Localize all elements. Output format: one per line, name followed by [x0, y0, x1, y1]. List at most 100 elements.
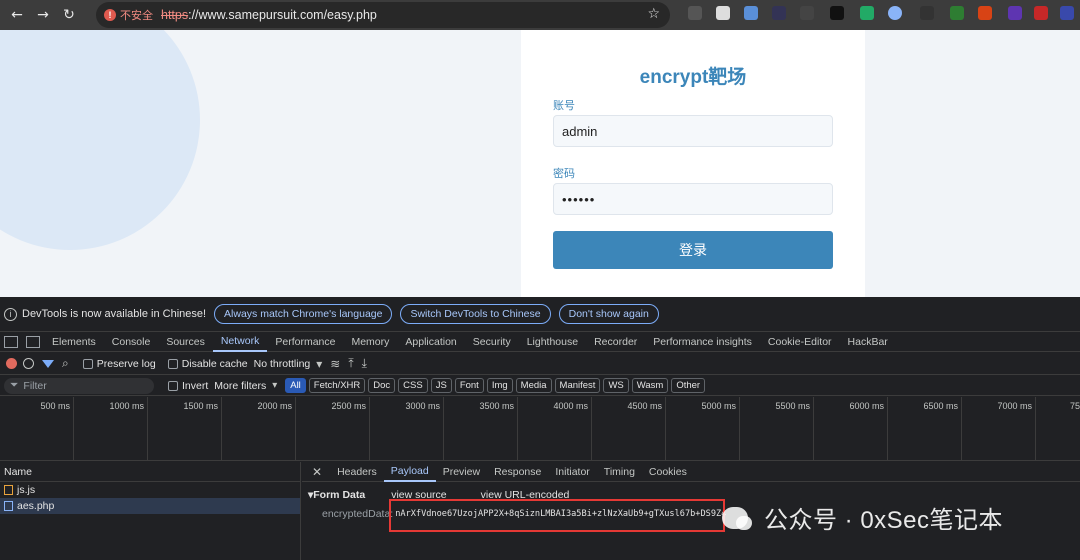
tab-sources[interactable]: Sources [158, 332, 213, 352]
username-field[interactable]: admin [553, 115, 833, 147]
info-icon: i [4, 307, 17, 321]
form-data-toggle[interactable]: ▾Form Data [308, 489, 365, 501]
extension-icon[interactable] [716, 6, 730, 20]
filter-input[interactable]: ⏷ Filter [4, 377, 154, 394]
extension-icon[interactable] [800, 6, 814, 20]
filter-chip-img[interactable]: Img [486, 378, 513, 393]
invert-label: Invert [182, 379, 209, 392]
filter-chip-media[interactable]: Media [515, 378, 552, 393]
dont-show-again-button[interactable]: Don't show again [558, 304, 659, 324]
import-har-icon[interactable]: ⤒ [348, 356, 353, 371]
highlight-box [389, 499, 725, 532]
tab-memory[interactable]: Memory [343, 332, 397, 352]
tab-preview[interactable]: Preview [436, 462, 487, 482]
password-field[interactable]: •••••• [553, 183, 833, 215]
tab-application[interactable]: Application [397, 332, 464, 352]
network-conditions-icon[interactable]: ≋ [330, 357, 340, 371]
bookmark-star-icon[interactable]: ☆ [647, 6, 660, 22]
network-timeline[interactable]: 500 ms 1000 ms 1500 ms 2000 ms 2500 ms 3… [0, 397, 1080, 461]
forward-icon[interactable]: → [30, 4, 56, 26]
browser-toolbar: ← → ↻ ! 不安全 https://www.samepursuit.com/… [0, 0, 1080, 30]
tab-cookie-editor[interactable]: Cookie-Editor [760, 332, 840, 352]
inspect-element-icon[interactable] [4, 335, 18, 348]
back-icon[interactable]: ← [4, 4, 30, 26]
invert-checkbox[interactable] [168, 380, 178, 391]
timeline-tick-label: 500 ms [40, 401, 70, 411]
tab-timing[interactable]: Timing [597, 462, 642, 482]
extension-icon[interactable] [1060, 6, 1074, 20]
timeline-tick: 5000 ms [666, 397, 740, 460]
reload-icon[interactable]: ↻ [56, 4, 82, 26]
filter-chip-js[interactable]: JS [430, 378, 452, 393]
filter-chip-ws[interactable]: WS [603, 378, 629, 393]
chevron-down-icon[interactable]: ▾ [272, 380, 277, 391]
filter-icon[interactable] [42, 359, 54, 368]
chevron-down-icon[interactable]: ▾ [316, 357, 322, 371]
extension-icon[interactable] [772, 6, 786, 20]
filter-chip-font[interactable]: Font [454, 378, 484, 393]
close-icon[interactable]: ✕ [312, 465, 322, 479]
extension-icon[interactable] [1008, 6, 1022, 20]
preserve-log-checkbox[interactable] [82, 358, 93, 369]
extension-icon[interactable] [1034, 6, 1048, 20]
more-filters-dropdown[interactable]: More filters [214, 380, 266, 392]
tab-hackbar[interactable]: HackBar [840, 332, 896, 352]
search-icon[interactable]: ⌕ [62, 356, 69, 371]
timeline-tick-label: 4500 ms [627, 401, 662, 411]
extension-icon[interactable] [830, 6, 844, 20]
preserve-log-label: Preserve log [96, 357, 156, 370]
device-toolbar-icon[interactable] [26, 335, 40, 348]
tab-response[interactable]: Response [487, 462, 548, 482]
tab-headers[interactable]: Headers [330, 462, 384, 482]
extension-icon[interactable] [744, 6, 758, 20]
timeline-tick: 5500 ms [740, 397, 814, 460]
match-language-button[interactable]: Always match Chrome's language [214, 304, 393, 324]
filter-chip-css[interactable]: CSS [398, 378, 428, 393]
request-row[interactable]: aes.php [0, 498, 300, 514]
extension-icon[interactable] [950, 6, 964, 20]
tab-payload[interactable]: Payload [383, 462, 436, 482]
extension-icon[interactable] [978, 6, 992, 20]
filter-chip-wasm[interactable]: Wasm [631, 378, 669, 393]
login-card: encrypt靶场 账号 admin 密码 •••••• 登录 [521, 30, 865, 297]
filter-chip-manifest[interactable]: Manifest [554, 378, 601, 393]
tab-initiator[interactable]: Initiator [548, 462, 596, 482]
extension-icon[interactable] [688, 6, 702, 20]
filter-chip-doc[interactable]: Doc [368, 378, 396, 393]
language-notice: i DevTools is now available in Chinese! … [0, 297, 1080, 332]
tab-elements[interactable]: Elements [44, 332, 104, 352]
extension-icon[interactable] [920, 6, 934, 20]
request-row[interactable]: js.js [0, 482, 300, 498]
extension-icon[interactable] [860, 6, 874, 20]
detail-tabbar: ✕ Headers Payload Preview Response Initi… [302, 462, 1080, 482]
name-column-header[interactable]: Name [0, 462, 300, 482]
record-icon[interactable] [6, 358, 17, 369]
disable-cache-checkbox[interactable] [167, 358, 178, 369]
switch-language-button[interactable]: Switch DevTools to Chinese [400, 304, 551, 324]
tab-network[interactable]: Network [212, 332, 268, 352]
timeline-tick: 3500 ms [444, 397, 518, 460]
timeline-tick-label: 2500 ms [331, 401, 366, 411]
filter-chip-all[interactable]: All [285, 378, 306, 393]
timeline-tick: 75 [1036, 397, 1080, 460]
extension-icon[interactable] [888, 6, 902, 20]
tab-performance[interactable]: Performance [267, 332, 343, 352]
throttling-select[interactable]: No throttling [254, 358, 311, 370]
login-button[interactable]: 登录 [553, 231, 833, 269]
tab-cookies[interactable]: Cookies [642, 462, 694, 482]
address-bar[interactable]: ! 不安全 https://www.samepursuit.com/easy.p… [96, 2, 670, 28]
tab-security[interactable]: Security [465, 332, 519, 352]
export-har-icon[interactable]: ⤓ [362, 356, 367, 371]
timeline-tick-label: 75 [1070, 401, 1080, 411]
tab-lighthouse[interactable]: Lighthouse [519, 332, 586, 352]
timeline-tick: 500 ms [0, 397, 74, 460]
tab-recorder[interactable]: Recorder [586, 332, 645, 352]
filter-chip-other[interactable]: Other [671, 378, 706, 393]
clear-icon[interactable] [23, 358, 34, 369]
tab-console[interactable]: Console [104, 332, 159, 352]
wechat-icon [722, 506, 752, 530]
login-title: encrypt靶场 [639, 67, 747, 88]
timeline-tick-label: 7000 ms [997, 401, 1032, 411]
tab-performance-insights[interactable]: Performance insights [645, 332, 760, 352]
filter-chip-fetch-xhr[interactable]: Fetch/XHR [308, 378, 366, 393]
